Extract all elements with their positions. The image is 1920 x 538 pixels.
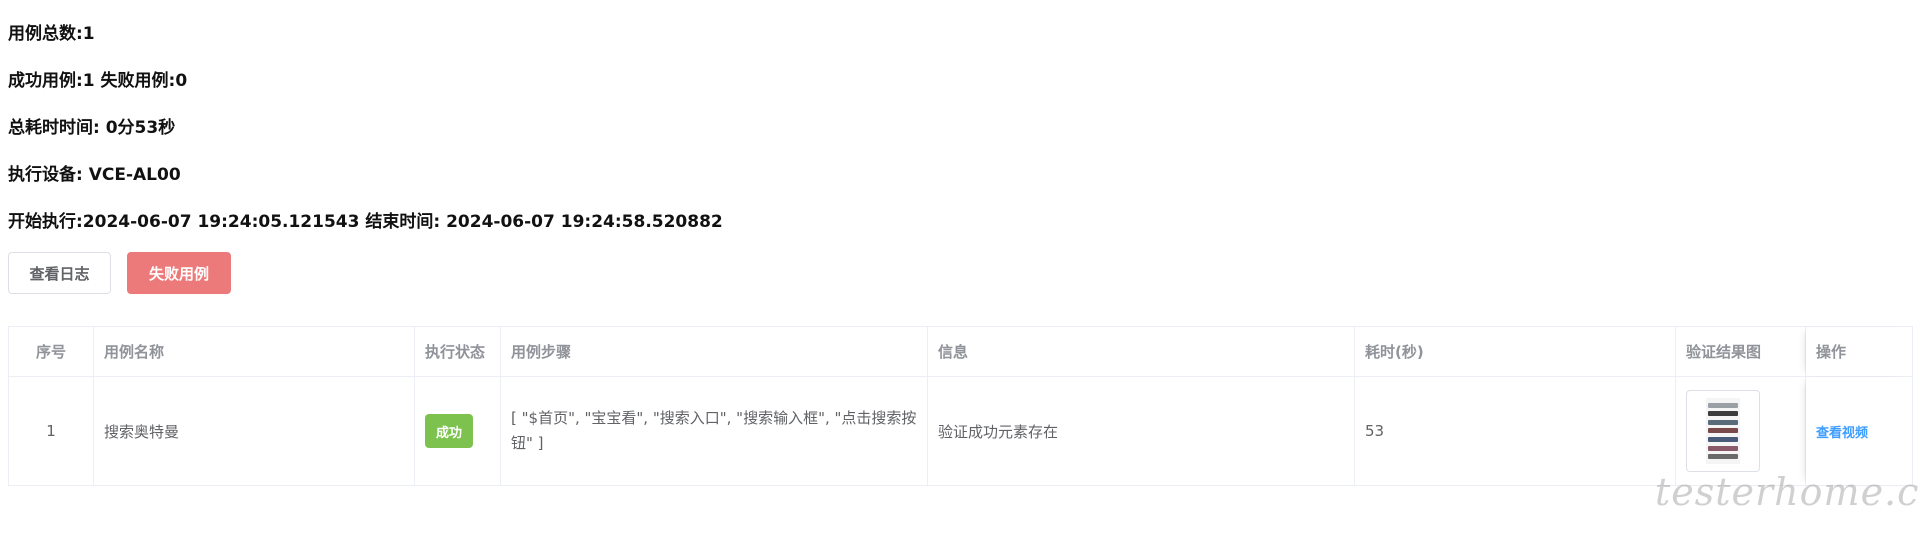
table-header-row: 序号 用例名称 执行状态 用例步骤 信息 耗时(秒) 验证结果图 操作 [9, 327, 1912, 377]
thumb-strip [1708, 428, 1738, 434]
header-action: 操作 [1806, 327, 1912, 376]
failed-cases-button[interactable]: 失败用例 [127, 252, 231, 294]
results-table: 序号 用例名称 执行状态 用例步骤 信息 耗时(秒) 验证结果图 操作 1 搜索… [8, 326, 1913, 486]
screenshot-image [1706, 398, 1740, 464]
thumb-strip [1708, 437, 1738, 443]
header-index: 序号 [9, 327, 94, 376]
row-status-cell: 成功 [415, 377, 501, 485]
thumb-strip [1708, 445, 1738, 451]
view-log-button[interactable]: 查看日志 [8, 252, 111, 294]
row-steps: [ "$首页", "宝宝看", "搜索入口", "搜索输入框", "点击搜索按钮… [511, 409, 917, 452]
header-info: 信息 [928, 327, 1355, 376]
thumb-strip [1708, 454, 1738, 460]
header-duration: 耗时(秒) [1355, 327, 1676, 376]
row-name: 搜索奥特曼 [94, 377, 415, 485]
test-report-page: 用例总数:1 成功用例:1 失败用例:0 总耗时时间: 0分53秒 执行设备: … [0, 0, 1920, 538]
thumb-strip [1708, 402, 1738, 408]
device-text: 执行设备: VCE-AL00 [8, 165, 181, 185]
header-steps: 用例步骤 [501, 327, 928, 376]
row-duration: 53 [1355, 377, 1676, 485]
total-time-text: 总耗时时间: 0分53秒 [8, 118, 176, 138]
total-cases-text: 用例总数:1 [8, 24, 95, 44]
header-screenshot: 验证结果图 [1676, 327, 1806, 376]
row-steps-cell: [ "$首页", "宝宝看", "搜索入口", "搜索输入框", "点击搜索按钮… [501, 377, 928, 485]
table-row: 1 搜索奥特曼 成功 [ "$首页", "宝宝看", "搜索入口", "搜索输入… [9, 377, 1912, 485]
pass-fail-text: 成功用例:1 失败用例:0 [8, 71, 188, 91]
status-badge: 成功 [425, 414, 473, 448]
thumb-strip [1708, 411, 1738, 417]
row-index: 1 [9, 377, 94, 485]
time-range-text: 开始执行:2024-06-07 19:24:05.121543 结束时间: 20… [8, 212, 723, 232]
view-video-link[interactable]: 查看视频 [1816, 422, 1868, 441]
row-action-cell: 查看视频 [1806, 377, 1912, 485]
row-info: 验证成功元素存在 [928, 377, 1355, 485]
header-name: 用例名称 [94, 327, 415, 376]
watermark: testerhome.com [1655, 470, 1920, 514]
thumb-strip [1708, 419, 1738, 425]
result-screenshot-thumbnail[interactable] [1686, 390, 1760, 472]
row-screenshot-cell [1676, 377, 1806, 485]
header-status: 执行状态 [415, 327, 501, 376]
